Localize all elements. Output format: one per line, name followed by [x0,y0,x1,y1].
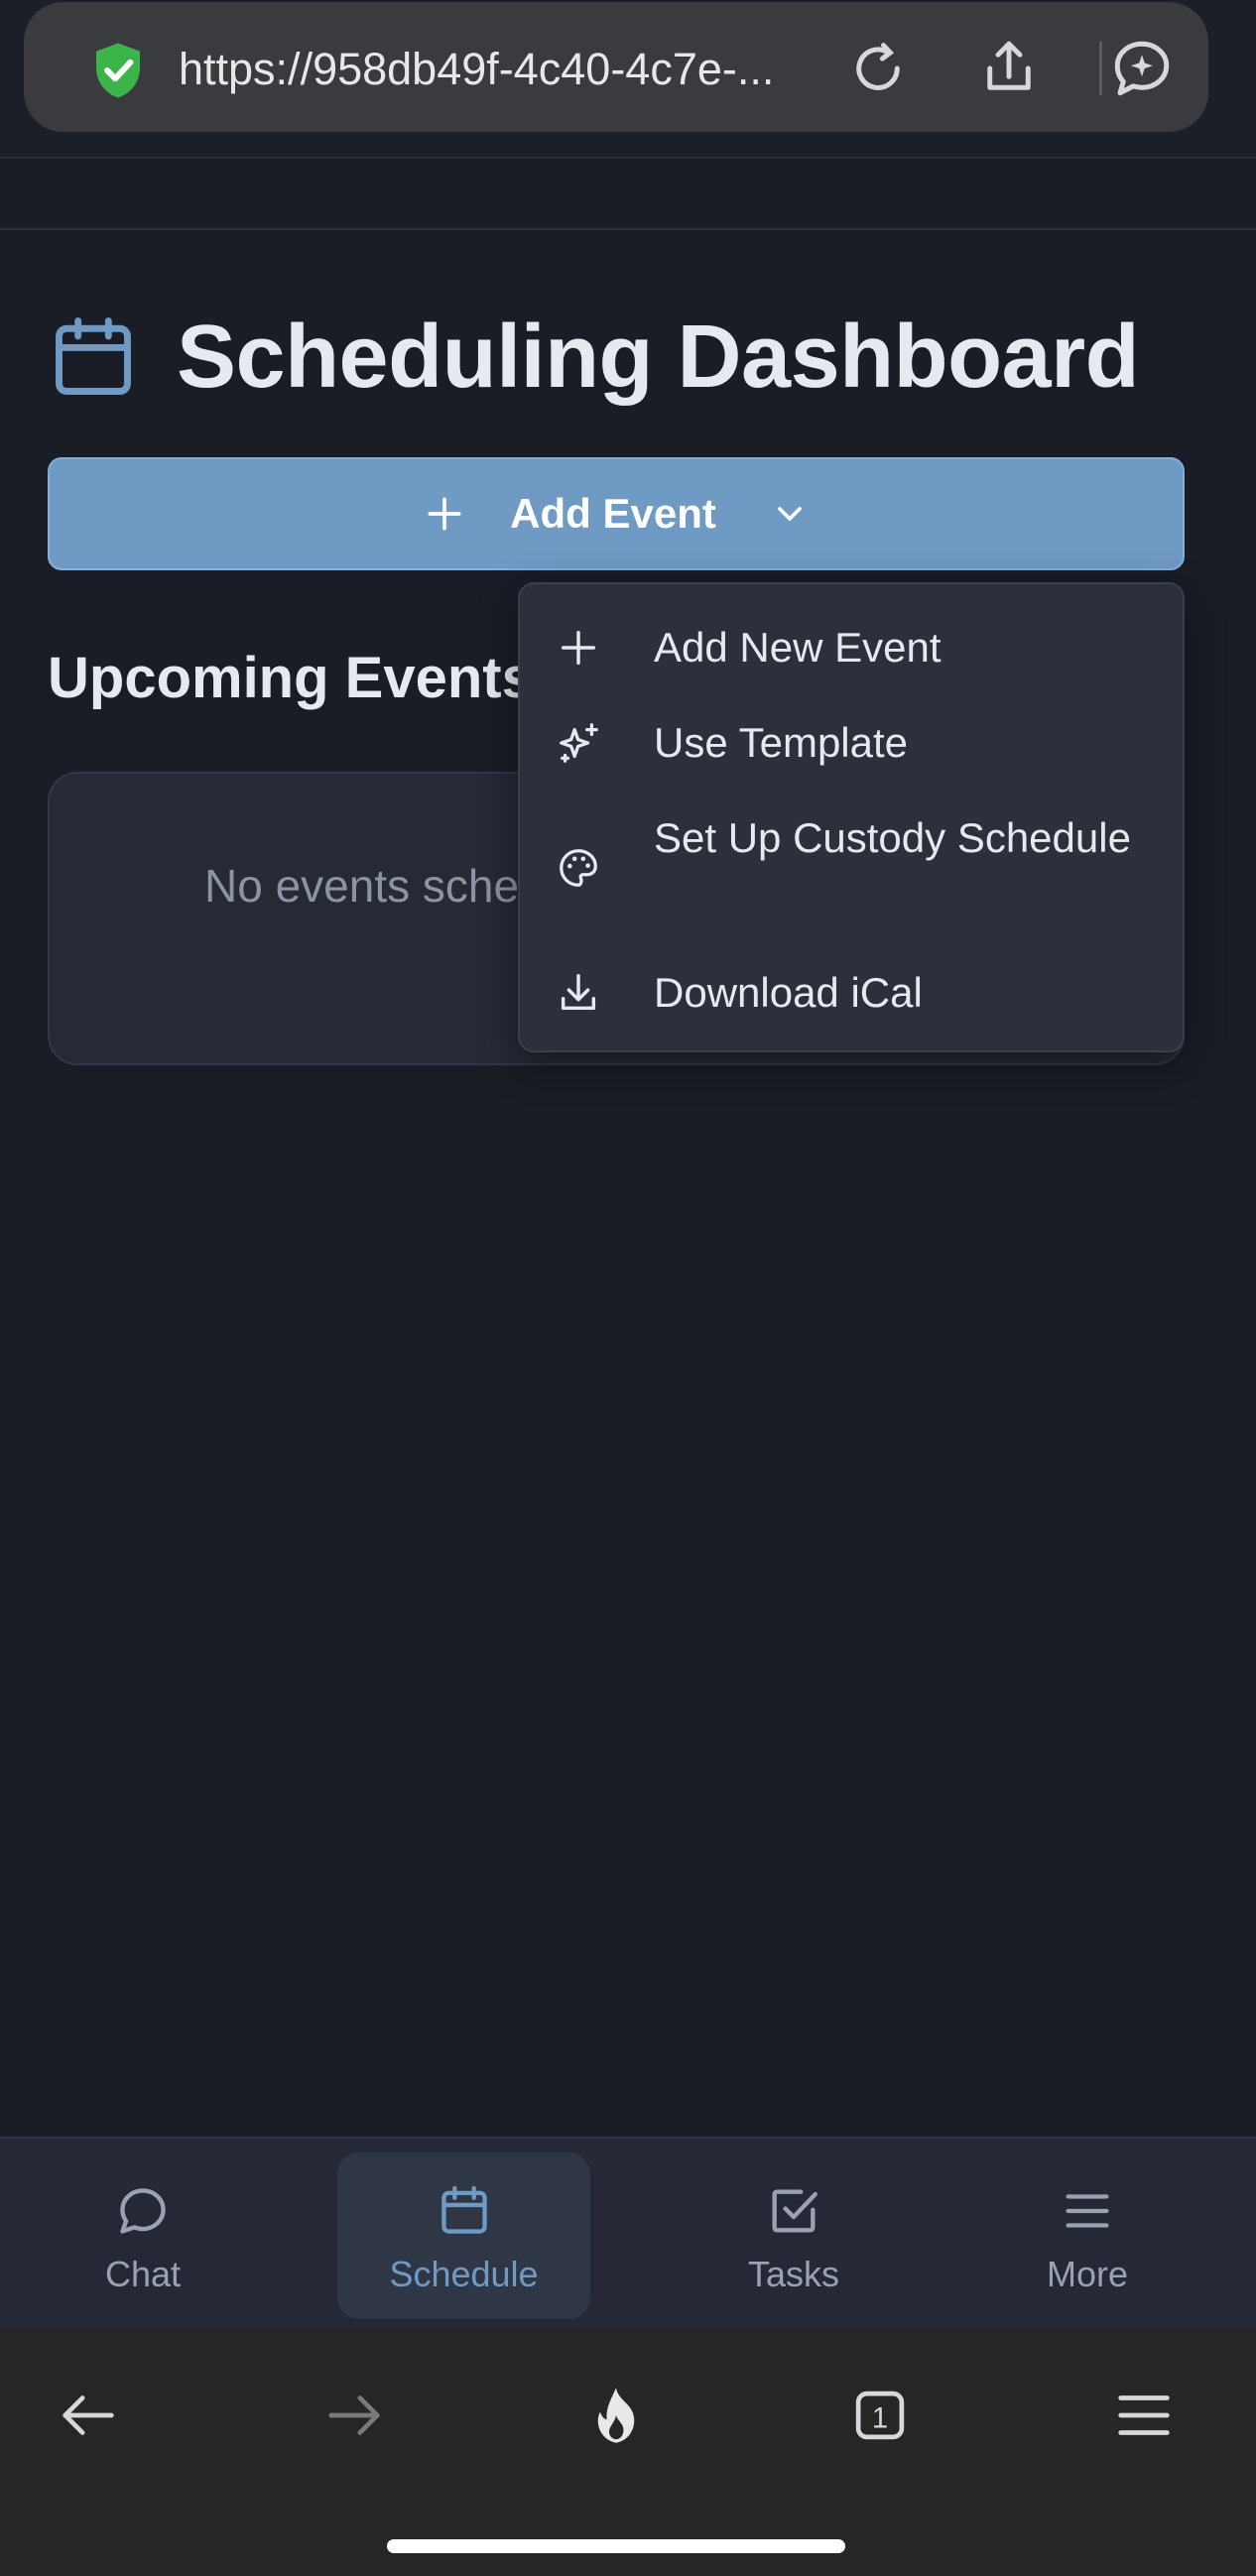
chevron-down-icon [778,507,802,521]
page-header: Scheduling Dashboard [48,298,1140,417]
palette-icon [560,849,597,887]
shield-check-icon [96,43,140,98]
address-bar-separator [1099,42,1102,95]
reload-icon[interactable] [845,36,911,101]
back-arrow-icon[interactable] [54,2381,123,2450]
menu-icon [1066,2194,1109,2228]
tab-count: 1 [872,2403,888,2435]
share-icon[interactable] [976,36,1042,101]
add-event-button[interactable]: Add Event [48,457,1185,570]
nav-label: Chat [104,2254,182,2294]
url-text[interactable]: https://958db49f-4c40-4c7e-... [179,44,774,95]
menu-item-download-ical[interactable]: Download iCal [520,963,1183,1023]
download-icon [561,974,596,1011]
menu-item-label: Download iCal [654,969,923,1016]
sparkles-icon [560,723,598,763]
nav-label: More [1046,2254,1129,2294]
calendar-icon [56,317,131,395]
address-bar[interactable]: https://958db49f-4c40-4c7e-... [24,2,1208,132]
browser-top-bar: https://958db49f-4c40-4c7e-... [0,0,1256,159]
menu-item-label: Add New Event [654,624,942,671]
menu-item-add-new-event[interactable]: Add New Event [520,618,1183,677]
assistant-chat-icon[interactable] [1109,36,1175,101]
browser-bottom-toolbar: 1 [0,2329,1256,2576]
plus-icon [428,497,461,531]
nav-item-tasks[interactable]: Tasks [704,2152,883,2319]
flame-icon[interactable] [581,2381,651,2450]
add-event-dropdown: Add New Event Use Template Set Up Custod… [518,582,1185,1052]
nav-label: Tasks [747,2254,840,2294]
page-title: Scheduling Dashboard [177,307,1140,407]
checkbox-icon [772,2189,817,2233]
nav-item-chat[interactable]: Chat [54,2152,232,2319]
browser-menu-icon[interactable] [1109,2381,1179,2450]
menu-item-label: Set Up Custody Schedule [654,814,1131,861]
nav-item-schedule[interactable]: Schedule [337,2152,590,2319]
chat-icon [120,2188,166,2234]
home-indicator [387,2539,845,2553]
menu-item-use-template[interactable]: Use Template [520,713,1183,773]
upcoming-events-title: Upcoming Events [48,646,534,710]
forward-arrow-icon[interactable] [319,2381,389,2450]
nav-label: Schedule [389,2254,539,2294]
nav-item-more[interactable]: More [998,2152,1177,2319]
app-top-strip [0,159,1256,230]
add-event-label: Add Event [510,490,716,537]
menu-item-label: Use Template [654,719,909,766]
bottom-nav: Chat Schedule Tasks More [0,2137,1256,2329]
menu-item-custody-schedule[interactable]: Set Up Custody Schedule [520,808,1183,927]
calendar-icon [440,2185,487,2234]
plus-icon [561,630,596,666]
tabs-icon[interactable]: 1 [845,2381,915,2450]
